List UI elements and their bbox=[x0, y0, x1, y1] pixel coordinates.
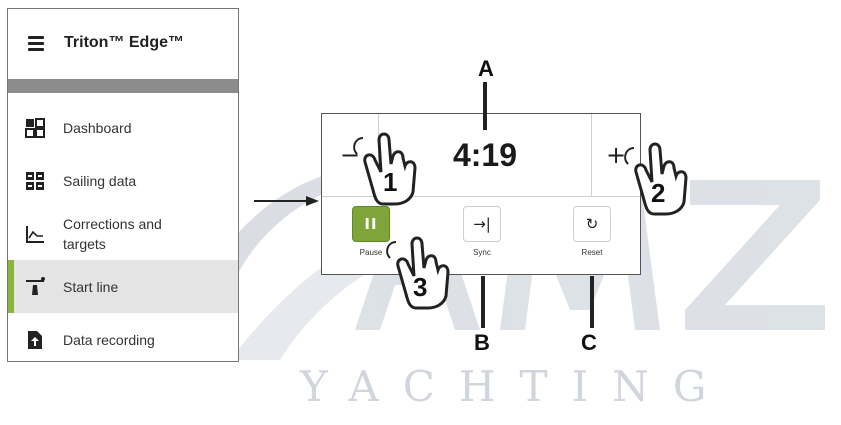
watermark-text: YACHTING bbox=[300, 362, 731, 411]
reset-button[interactable]: ↻ bbox=[573, 206, 611, 242]
menu-item-start-line[interactable]: Start line bbox=[8, 260, 238, 313]
menu-item-corrections-and-targets[interactable]: Corrections and targets bbox=[8, 207, 238, 260]
corrections-chart-icon bbox=[26, 225, 44, 243]
callout-c-line bbox=[590, 276, 594, 328]
menu-item-label: Start line bbox=[63, 278, 119, 295]
reset-control: ↻ Reset bbox=[562, 206, 622, 257]
data-recording-icon bbox=[28, 330, 42, 349]
menu-item-sailing-data[interactable]: Sailing data bbox=[8, 154, 238, 207]
callout-a-line bbox=[483, 82, 487, 130]
menu-header: Triton™ Edge™ bbox=[8, 9, 238, 77]
menu-divider bbox=[8, 79, 238, 93]
sync-control: →| Sync bbox=[452, 206, 512, 257]
start-line-icon bbox=[26, 276, 45, 295]
touch-marker-1: 1 bbox=[383, 167, 398, 197]
pointer-arrow-icon bbox=[254, 196, 319, 206]
hamburger-menu-icon[interactable] bbox=[28, 33, 44, 54]
menu-item-data-recording[interactable]: Data recording bbox=[8, 313, 238, 361]
menu-item-label: Dashboard bbox=[63, 119, 132, 136]
menu-item-label: Corrections and targets bbox=[63, 215, 162, 252]
menu-item-label: Data recording bbox=[63, 331, 155, 348]
dashboard-icon bbox=[25, 117, 45, 138]
sync-button[interactable]: →| bbox=[463, 206, 501, 242]
app-title: Triton™ Edge™ bbox=[64, 34, 184, 51]
menu-item-dashboard[interactable]: Dashboard bbox=[8, 101, 238, 154]
touch-marker-3: 3 bbox=[413, 272, 428, 302]
callout-a: A bbox=[478, 56, 494, 81]
callout-c: C bbox=[581, 330, 597, 355]
reset-label: Reset bbox=[581, 248, 603, 257]
touch-marker-2: 2 bbox=[651, 178, 666, 208]
side-menu: Triton™ Edge™ Dashboard Sailing data Cor… bbox=[7, 8, 239, 362]
menu-item-label: Sailing data bbox=[63, 172, 137, 189]
sailing-data-icon bbox=[26, 171, 44, 190]
menu-list: Dashboard Sailing data Corrections and t… bbox=[8, 101, 238, 361]
callout-b: B bbox=[474, 330, 490, 355]
sync-label: Sync bbox=[473, 248, 491, 257]
callout-b-line bbox=[481, 276, 485, 328]
